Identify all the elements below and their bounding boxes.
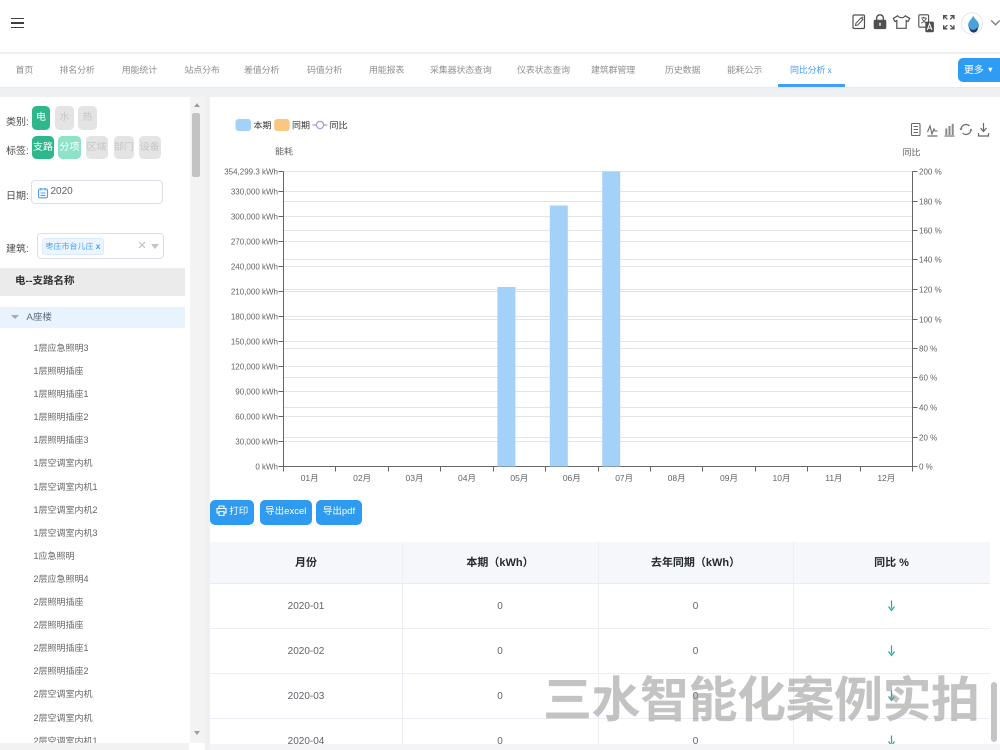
- svg-text:150,000 kWh: 150,000 kWh: [231, 337, 278, 346]
- svg-text:120,000 kWh: 120,000 kWh: [231, 362, 278, 371]
- svg-text:30,000 kWh: 30,000 kWh: [235, 437, 278, 446]
- svg-text:200 %: 200 %: [919, 167, 942, 176]
- svg-text:01月: 01月: [301, 473, 319, 483]
- svg-text:0 kWh: 0 kWh: [255, 462, 278, 471]
- svg-text:270,000 kWh: 270,000 kWh: [231, 237, 278, 246]
- svg-text:120 %: 120 %: [919, 285, 942, 294]
- svg-text:60,000 kWh: 60,000 kWh: [235, 412, 278, 421]
- svg-text:同比: 同比: [902, 148, 920, 158]
- svg-text:同比: 同比: [330, 121, 348, 131]
- svg-text:20 %: 20 %: [919, 433, 937, 442]
- svg-text:能耗: 能耗: [275, 147, 293, 157]
- svg-text:03月: 03月: [406, 473, 424, 483]
- svg-text:210,000 kWh: 210,000 kWh: [231, 287, 278, 296]
- svg-text:240,000 kWh: 240,000 kWh: [231, 262, 278, 271]
- svg-text:60 %: 60 %: [919, 373, 937, 382]
- svg-text:02月: 02月: [353, 473, 371, 483]
- svg-text:80 %: 80 %: [919, 344, 937, 353]
- svg-text:06月: 06月: [563, 473, 581, 483]
- svg-text:40 %: 40 %: [919, 403, 937, 412]
- svg-text:180,000 kWh: 180,000 kWh: [231, 312, 278, 321]
- svg-text:09月: 09月: [720, 473, 738, 483]
- svg-text:08月: 08月: [668, 473, 686, 483]
- svg-text:140 %: 140 %: [919, 255, 942, 264]
- svg-text:07月: 07月: [615, 473, 633, 483]
- svg-text:11月: 11月: [825, 473, 842, 483]
- svg-text:05月: 05月: [510, 473, 528, 483]
- svg-text:100 %: 100 %: [919, 315, 942, 324]
- svg-text:0 %: 0 %: [919, 462, 933, 471]
- svg-text:本期: 本期: [254, 121, 272, 131]
- svg-text:90,000 kWh: 90,000 kWh: [235, 387, 278, 396]
- svg-text:300,000 kWh: 300,000 kWh: [231, 212, 278, 221]
- svg-text:160 %: 160 %: [919, 226, 942, 235]
- svg-text:180 %: 180 %: [919, 197, 942, 206]
- svg-text:04月: 04月: [458, 473, 476, 483]
- svg-text:330,000 kWh: 330,000 kWh: [231, 187, 278, 196]
- svg-text:12月: 12月: [877, 473, 895, 483]
- svg-text:354,299.3 kWh: 354,299.3 kWh: [224, 167, 278, 176]
- svg-text:10月: 10月: [773, 473, 791, 483]
- svg-text:同期: 同期: [292, 121, 310, 131]
